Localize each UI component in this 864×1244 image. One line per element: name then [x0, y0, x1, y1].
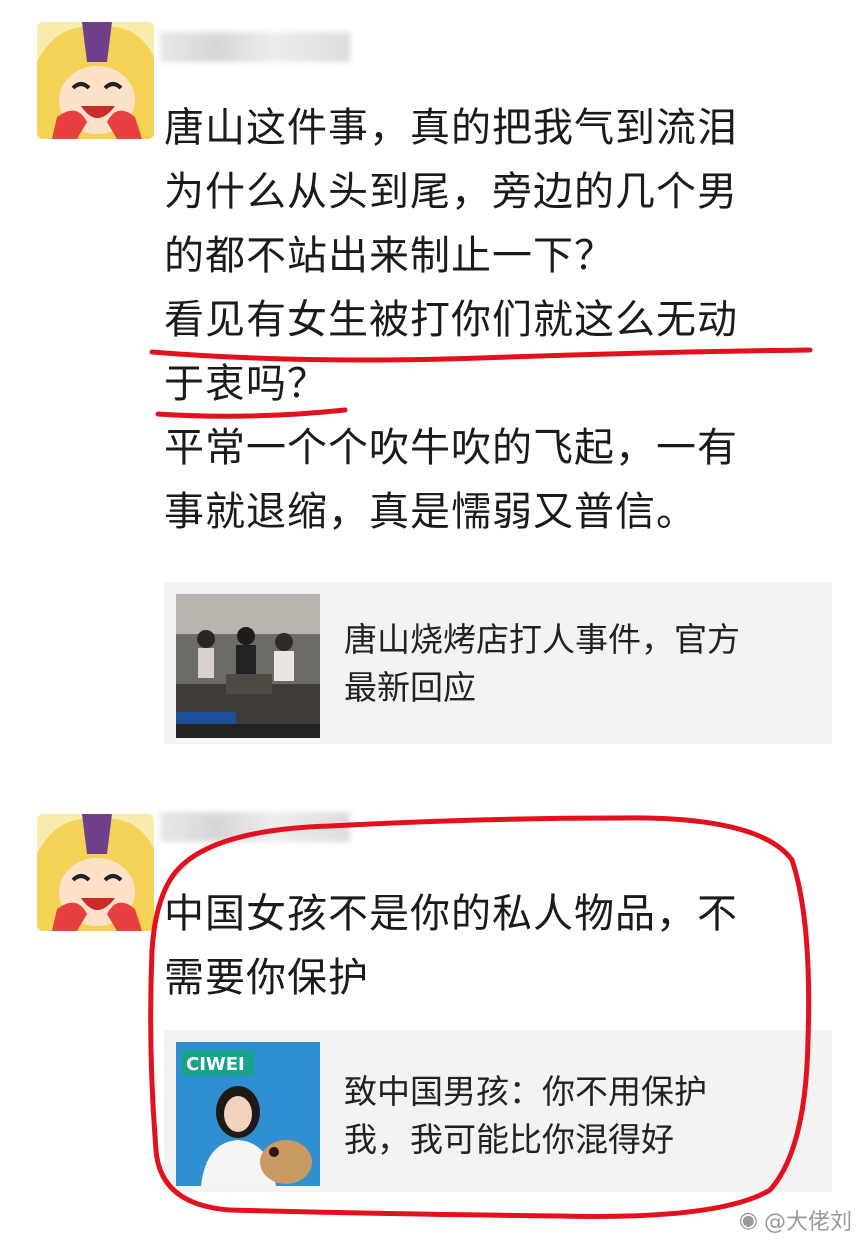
thumb-brand-text: CIWEI — [186, 1054, 245, 1075]
avatar-cartoon-girl-icon — [37, 814, 154, 931]
watermark: ◉ @大佬刘 — [739, 1204, 852, 1236]
link-thumbnail — [176, 594, 320, 738]
avatar[interactable] — [37, 814, 154, 931]
girl-with-dog-photo-icon: CIWEI — [176, 1042, 320, 1186]
post-2: 中国女孩不是你的私人物品，不 需要你保护 CIWEI 致中国男孩：你不用保护 我… — [0, 790, 864, 1244]
weibo-icon: ◉ — [738, 1207, 758, 1233]
nickname-blurred[interactable] — [160, 32, 350, 62]
avatar[interactable] — [37, 22, 154, 139]
watermark-text: @大佬刘 — [763, 1210, 852, 1235]
post-text: 唐山这件事，真的把我气到流泪 为什么从头到尾，旁边的几个男 的都不站出来制止一下… — [164, 105, 738, 535]
link-title: 致中国男孩：你不用保护 我，我可能比你混得好 — [344, 1072, 707, 1159]
post-1: 唐山这件事，真的把我气到流泪 为什么从头到尾，旁边的几个男 的都不站出来制止一下… — [0, 0, 864, 780]
link-card[interactable]: 唐山烧烤店打人事件，官方 最新回应 — [164, 582, 832, 744]
post-text: 中国女孩不是你的私人物品，不 需要你保护 — [164, 891, 738, 1001]
nickname-blurred[interactable] — [160, 812, 350, 842]
avatar-cartoon-girl-icon — [37, 22, 154, 139]
link-thumbnail: CIWEI — [176, 1042, 320, 1186]
link-title: 唐山烧烤店打人事件，官方 最新回应 — [344, 620, 740, 707]
crowd-photo-icon — [176, 594, 320, 738]
link-card[interactable]: CIWEI 致中国男孩：你不用保护 我，我可能比你混得好 — [164, 1030, 832, 1192]
